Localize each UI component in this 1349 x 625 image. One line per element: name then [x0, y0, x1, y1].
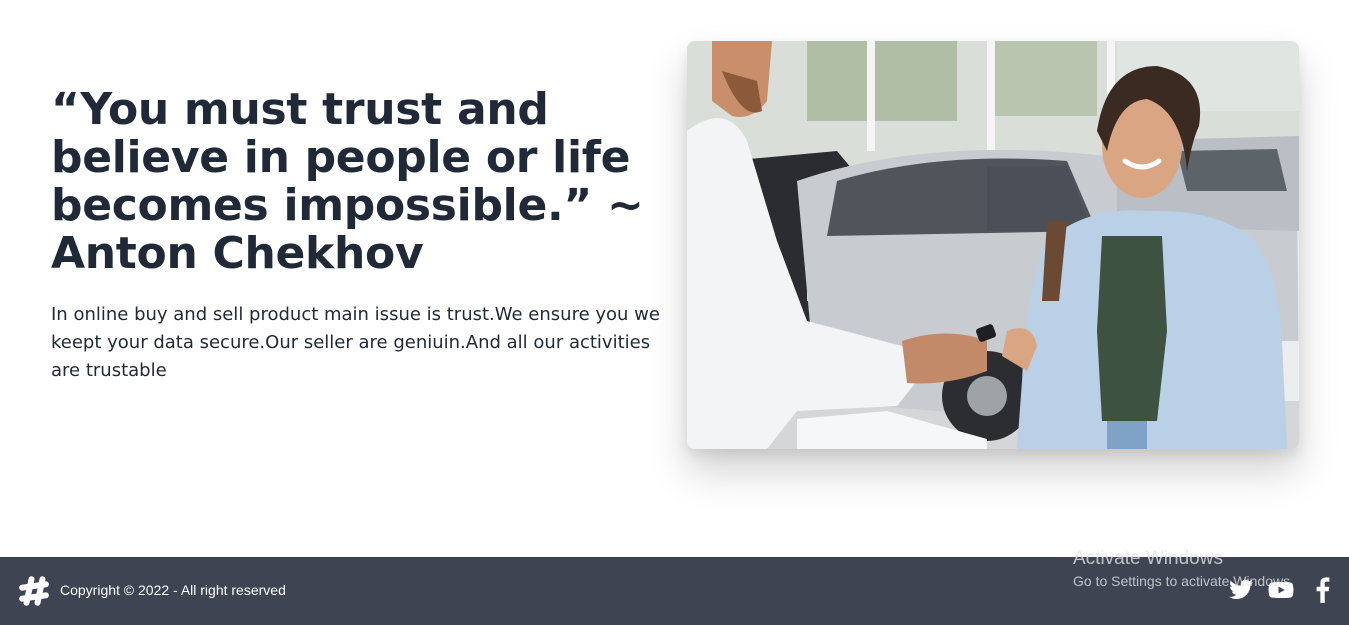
hero-section: “You must trust and believe in people or…: [0, 0, 1349, 557]
hero-description: In online buy and sell product main issu…: [51, 304, 660, 381]
facebook-icon[interactable]: [1312, 577, 1332, 607]
hero-quote: “You must trust and believe in people or…: [51, 84, 644, 279]
youtube-icon[interactable]: [1268, 577, 1294, 607]
car-dealer-photo: [687, 41, 1299, 449]
hashtag-icon[interactable]: [16, 573, 52, 609]
copyright-text: Copyright © 2022 - All right reserved: [60, 582, 286, 598]
twitter-icon[interactable]: [1228, 577, 1254, 607]
site-footer: Copyright © 2022 - All right reserved: [0, 557, 1349, 625]
